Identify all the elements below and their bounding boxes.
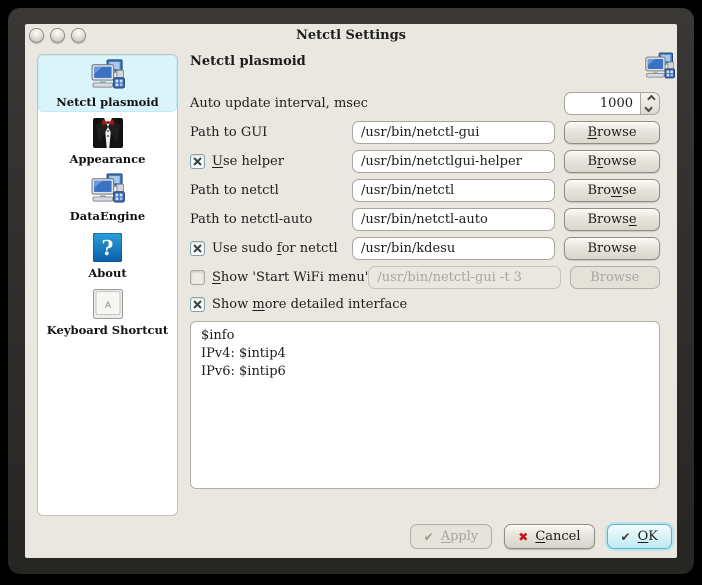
checkbox-x-mark-icon bbox=[193, 157, 202, 166]
window-control-button-2[interactable] bbox=[50, 28, 65, 43]
window-title: Netctl Settings bbox=[25, 24, 677, 47]
dialog-button-row: ✔ Apply ✖ Cancel ✔ OK bbox=[410, 524, 672, 549]
keyboard-key-icon: A bbox=[93, 286, 123, 322]
computer-network-icon bbox=[91, 172, 125, 208]
path-to-netctl-auto-row: Path to netctl-auto Browse bbox=[190, 207, 660, 231]
question-mark-icon: ? bbox=[93, 229, 122, 265]
use-sudo-checkbox[interactable] bbox=[190, 241, 205, 256]
use-helper-checkbox[interactable] bbox=[190, 154, 205, 169]
path-to-netctl-row: Path to netctl Browse bbox=[190, 178, 660, 202]
detailed-interface-row: Show more detailed interface bbox=[190, 295, 660, 313]
browse-sudo-button[interactable]: Browse bbox=[564, 237, 660, 260]
path-to-gui-row: Path to GUI Browse bbox=[190, 120, 660, 144]
path-to-gui-input[interactable] bbox=[352, 121, 555, 144]
browse-helper-button[interactable]: Browse bbox=[564, 150, 660, 173]
settings-category-sidebar: Netctl plasmoid Appea bbox=[37, 54, 178, 516]
show-wifi-menu-checkbox[interactable] bbox=[190, 270, 205, 285]
sidebar-item-label: Appearance bbox=[70, 152, 146, 166]
cancel-button[interactable]: ✖ Cancel bbox=[504, 524, 594, 549]
browse-gui-button[interactable]: Browse bbox=[564, 121, 660, 144]
use-sudo-row: Use sudo for netctl Browse bbox=[190, 236, 660, 260]
apply-button[interactable]: ✔ Apply bbox=[410, 524, 493, 549]
x-icon: ✖ bbox=[518, 531, 528, 543]
svg-text:?: ? bbox=[102, 236, 114, 260]
netctl-path-input[interactable] bbox=[352, 179, 555, 202]
sudo-path-input[interactable] bbox=[352, 237, 555, 260]
auto-update-interval-spinner bbox=[564, 92, 660, 115]
field-label: Show 'Start WiFi menu' bbox=[212, 270, 368, 285]
netctl-auto-path-input[interactable] bbox=[352, 208, 555, 231]
netctl-settings-window: Netctl Settings Netctl plasmoid bbox=[8, 8, 694, 574]
start-wifi-menu-row: Show 'Start WiFi menu' Browse bbox=[190, 265, 660, 289]
sidebar-item-label: About bbox=[88, 266, 126, 280]
window-controls bbox=[29, 28, 86, 43]
helper-path-input[interactable] bbox=[352, 150, 555, 173]
check-icon: ✔ bbox=[621, 531, 631, 543]
field-label: Show more detailed interface bbox=[212, 297, 407, 312]
browse-netctl-auto-button[interactable]: Browse bbox=[564, 208, 660, 231]
field-label: Path to GUI bbox=[190, 125, 352, 140]
interface-template-textarea[interactable]: $info IPv4: $intip4 IPv6: $intip6 bbox=[190, 321, 660, 489]
field-label: Use sudo for netctl bbox=[212, 241, 338, 256]
sidebar-item-label: DataEngine bbox=[70, 209, 145, 223]
auto-update-interval-row: Auto update interval, msec bbox=[190, 91, 660, 115]
spinner-buttons bbox=[640, 92, 660, 115]
window-content: Netctl Settings Netctl plasmoid bbox=[25, 24, 677, 558]
window-control-button-3[interactable] bbox=[71, 28, 86, 43]
use-helper-row: Use helper Browse bbox=[190, 149, 660, 173]
detailed-interface-checkbox[interactable] bbox=[190, 297, 205, 312]
check-icon: ✔ bbox=[424, 531, 434, 543]
auto-update-interval-input[interactable] bbox=[564, 92, 640, 115]
sidebar-item-label: Netctl plasmoid bbox=[56, 95, 158, 109]
field-label: Path to netctl-auto bbox=[190, 212, 352, 227]
spin-up-icon[interactable] bbox=[647, 94, 655, 102]
browse-netctl-button[interactable]: Browse bbox=[564, 179, 660, 202]
page-title: Netctl plasmoid bbox=[190, 54, 660, 70]
sidebar-item-label: Keyboard Shortcut bbox=[47, 323, 168, 337]
sidebar-item-dataengine[interactable]: DataEngine bbox=[38, 169, 177, 226]
computer-network-icon bbox=[91, 58, 125, 94]
titlebar[interactable]: Netctl Settings bbox=[25, 24, 677, 48]
sidebar-item-keyboard-shortcut[interactable]: A Keyboard Shortcut bbox=[38, 283, 177, 340]
svg-text:A: A bbox=[104, 301, 111, 311]
field-label: Path to netctl bbox=[190, 183, 352, 198]
netctl-plasmoid-page: Netctl plasmoid Auto update interval, ms… bbox=[190, 54, 660, 554]
sidebar-item-netctl-plasmoid[interactable]: Netctl plasmoid bbox=[38, 55, 177, 112]
spin-down-icon[interactable] bbox=[644, 103, 652, 111]
sidebar-item-appearance[interactable]: Appearance bbox=[38, 112, 177, 169]
checkbox-x-mark-icon bbox=[193, 244, 202, 253]
wifi-command-input[interactable] bbox=[368, 266, 560, 289]
sidebar-item-about[interactable]: ? About bbox=[38, 226, 177, 283]
tuxedo-icon bbox=[93, 115, 123, 151]
ok-button[interactable]: ✔ OK bbox=[607, 524, 672, 549]
window-control-button-1[interactable] bbox=[29, 28, 44, 43]
browse-wifi-button[interactable]: Browse bbox=[570, 266, 661, 289]
checkbox-x-mark-icon bbox=[193, 300, 202, 309]
field-label: Auto update interval, msec bbox=[190, 96, 564, 111]
field-label: Use helper bbox=[212, 154, 284, 169]
